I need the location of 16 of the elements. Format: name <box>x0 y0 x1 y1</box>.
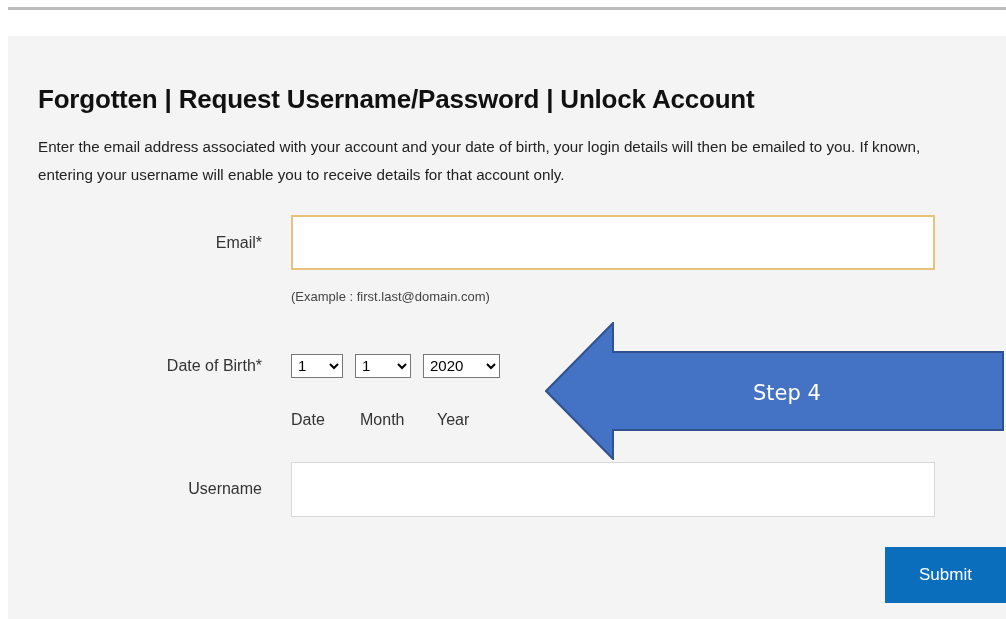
dropdown-caption: Date <box>291 409 326 430</box>
example-hint: (Example : first.last@domain.com) <box>291 288 490 307</box>
username-field[interactable] <box>291 461 935 517</box>
field-label: Username <box>187 479 262 500</box>
field-label: Email* <box>214 232 262 253</box>
field-label: Date of Birth* <box>165 355 262 376</box>
dropdown-caption: Month <box>360 409 406 430</box>
page-heading: Forgotten | Request Username/Password | Unlock Account <box>38 84 756 116</box>
dropdown[interactable]: 1 <box>355 353 411 378</box>
dropdown-caption: Year <box>437 409 471 430</box>
dropdown[interactable]: 2020 <box>423 353 500 378</box>
email-field[interactable] <box>291 215 935 271</box>
callout-label: Step 4 <box>753 380 821 407</box>
instructions-text: Enter the email address associated with your account and your date of birth, your login details will then be emailed to you. If known, entering your username will enable you to receive details for that account only. <box>38 137 922 186</box>
submit-button[interactable]: Submit <box>885 546 1006 603</box>
dropdown[interactable]: 1 <box>291 353 343 378</box>
